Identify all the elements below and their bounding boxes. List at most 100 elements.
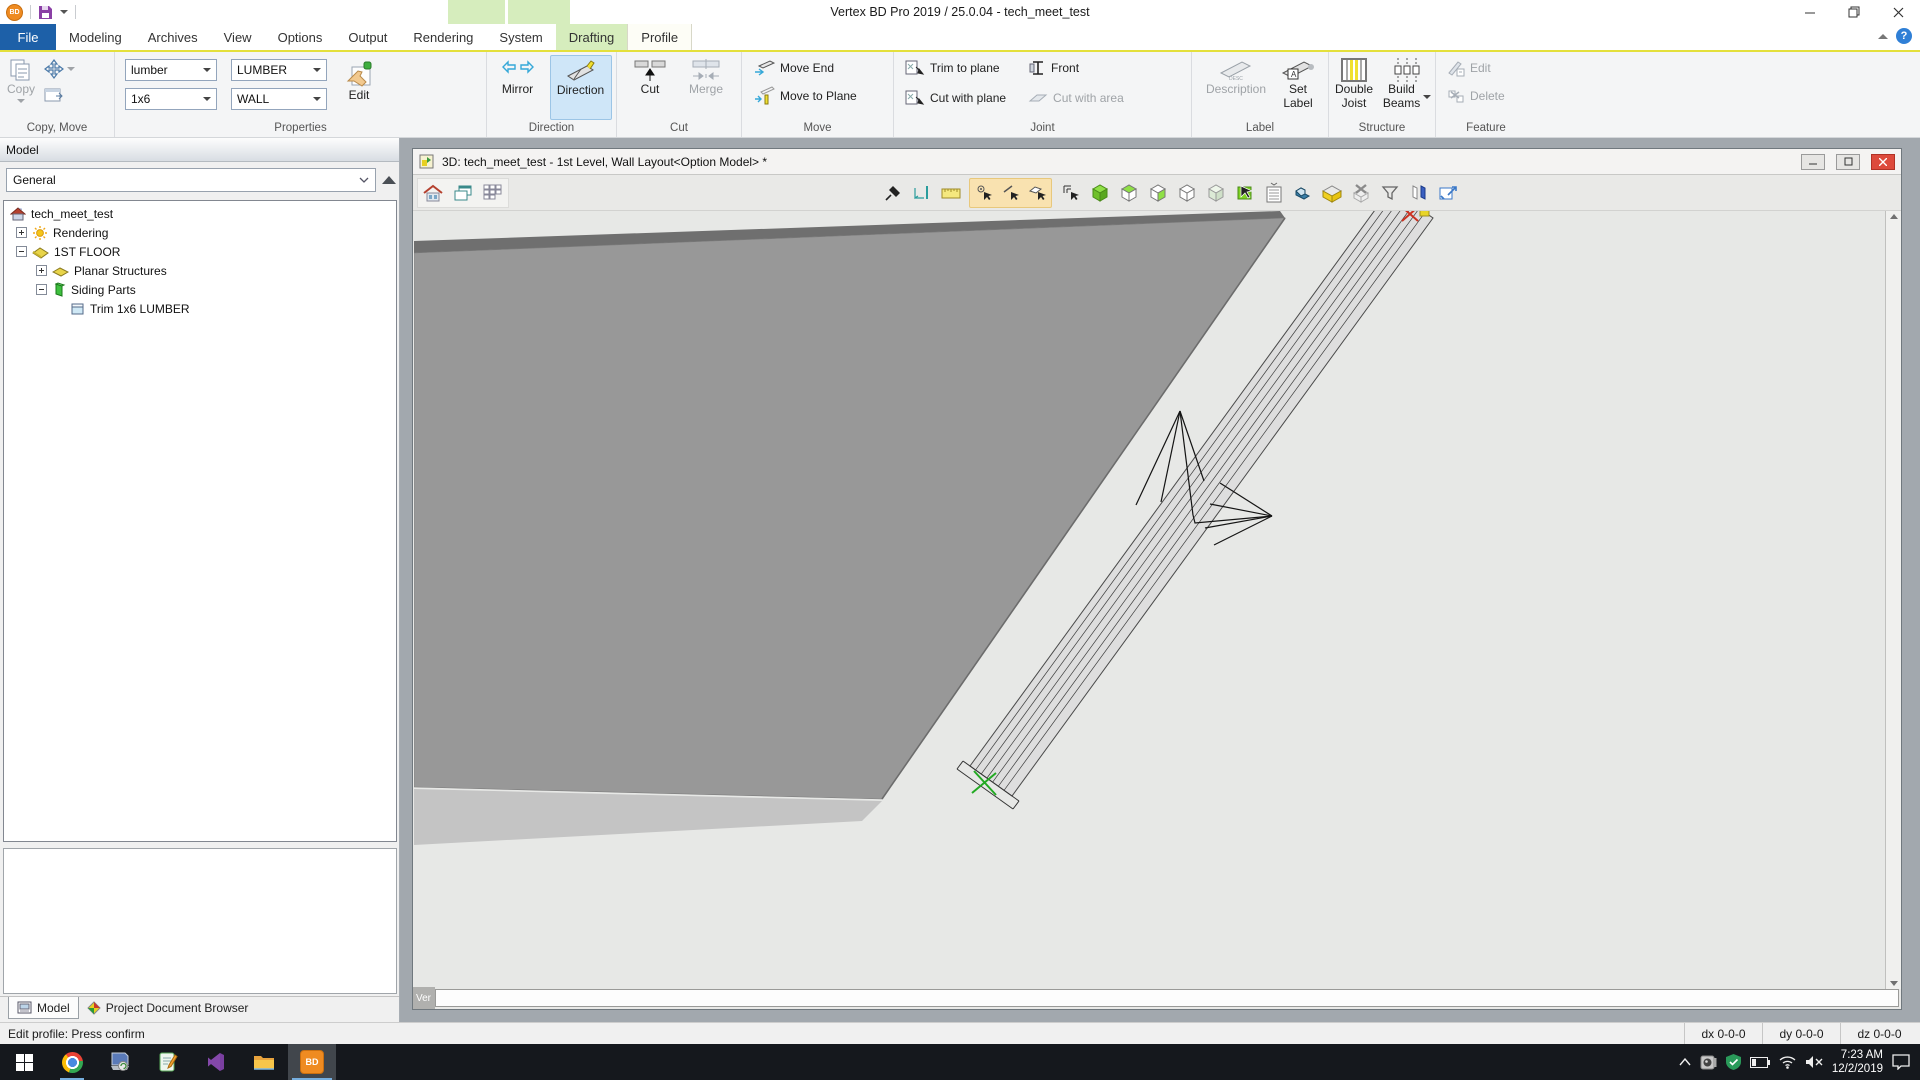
wifi-icon[interactable] bbox=[1779, 1055, 1796, 1069]
taskbar-visual-studio[interactable] bbox=[192, 1044, 240, 1080]
expand-plus-icon[interactable] bbox=[36, 265, 47, 276]
security-shield-icon[interactable] bbox=[1726, 1054, 1741, 1070]
viewport-minimize-button[interactable] bbox=[1801, 154, 1825, 170]
notes-list-button[interactable] bbox=[1260, 179, 1287, 207]
double-joist-button[interactable]: Double Joist bbox=[1332, 55, 1376, 120]
viewport-canvas[interactable] bbox=[414, 211, 1886, 989]
scroll-down-icon[interactable] bbox=[1890, 981, 1898, 986]
collapse-panel-button[interactable] bbox=[382, 176, 396, 184]
cut-with-area-button[interactable]: Cut with area bbox=[1025, 85, 1127, 111]
tab-profile[interactable]: Profile bbox=[627, 24, 692, 50]
tab-drafting[interactable]: Drafting bbox=[556, 24, 628, 50]
tab-rendering[interactable]: Rendering bbox=[400, 24, 486, 50]
description-button[interactable]: DESC Description bbox=[1201, 55, 1271, 120]
viewport-title-bar[interactable]: 3D: tech_meet_test - 1st Level, Wall Lay… bbox=[413, 149, 1901, 175]
move-to-plane-button[interactable]: Move to Plane bbox=[750, 83, 889, 109]
usage-select[interactable]: WALL bbox=[231, 88, 327, 110]
tab-view[interactable]: View bbox=[211, 24, 265, 50]
tab-system[interactable]: System bbox=[486, 24, 555, 50]
move-dropdown-caret-icon[interactable] bbox=[67, 67, 75, 71]
tab-archives[interactable]: Archives bbox=[135, 24, 211, 50]
tab-file[interactable]: File bbox=[0, 24, 56, 50]
tile-windows-button[interactable] bbox=[478, 179, 508, 207]
restore-button[interactable] bbox=[1832, 0, 1876, 24]
feature-edit-button[interactable]: Edit bbox=[1444, 55, 1532, 81]
snap-point-button[interactable] bbox=[970, 179, 997, 207]
extrude-profile-button[interactable] bbox=[1289, 179, 1316, 207]
edit-properties-button[interactable]: Edit bbox=[341, 59, 377, 105]
set-label-button[interactable]: A Set Label bbox=[1277, 55, 1319, 120]
save-dropdown-caret-icon[interactable] bbox=[60, 10, 68, 14]
mirror-button[interactable]: Mirror bbox=[492, 55, 544, 120]
tree-item-siding-parts[interactable]: Siding Parts bbox=[4, 280, 396, 299]
tree-item-planar-structures[interactable]: Planar Structures bbox=[4, 261, 396, 280]
viewport-close-button[interactable] bbox=[1871, 154, 1895, 170]
expand-view-button[interactable] bbox=[1434, 179, 1461, 207]
viewport-vertical-scrollbar[interactable] bbox=[1885, 211, 1901, 989]
tab-output[interactable]: Output bbox=[335, 24, 400, 50]
action-center-icon[interactable] bbox=[1892, 1054, 1910, 1070]
measure-button[interactable] bbox=[908, 179, 935, 207]
render-side-face-button[interactable] bbox=[1144, 179, 1171, 207]
move-end-button[interactable]: Move End bbox=[750, 55, 889, 81]
delete-solid-button[interactable] bbox=[1347, 179, 1374, 207]
tree-filter-select[interactable]: General bbox=[6, 168, 376, 192]
pin-button[interactable] bbox=[879, 179, 906, 207]
render-solid-button[interactable] bbox=[1086, 179, 1113, 207]
cascade-windows-button[interactable] bbox=[448, 179, 478, 207]
slab-top-face[interactable] bbox=[414, 218, 1285, 799]
cut-with-plane-button[interactable]: Cut with plane bbox=[902, 85, 1009, 111]
battery-icon[interactable] bbox=[1750, 1057, 1770, 1068]
collapse-minus-icon[interactable] bbox=[36, 284, 47, 295]
camera-tray-icon[interactable] bbox=[1700, 1055, 1717, 1070]
expand-plus-icon[interactable] bbox=[16, 227, 27, 238]
merge-button[interactable]: Merge bbox=[680, 55, 732, 120]
scroll-up-icon[interactable] bbox=[1890, 214, 1898, 219]
snap-plane-button[interactable] bbox=[1024, 179, 1051, 207]
render-top-face-button[interactable] bbox=[1115, 179, 1142, 207]
filter-button[interactable] bbox=[1376, 179, 1403, 207]
select-part-button[interactable] bbox=[1231, 179, 1258, 207]
tree-item-rendering[interactable]: Rendering bbox=[4, 223, 396, 242]
direction-button[interactable]: Direction bbox=[550, 55, 612, 120]
tab-project-document-browser[interactable]: Project Document Browser bbox=[79, 997, 257, 1019]
build-beams-button[interactable]: Build Beams bbox=[1382, 55, 1432, 120]
bounding-box-button[interactable] bbox=[1318, 179, 1345, 207]
viewport-horizontal-scrollbar[interactable] bbox=[435, 989, 1899, 1007]
front-button[interactable]: Front bbox=[1025, 55, 1127, 81]
app-logo-icon[interactable]: BD bbox=[6, 4, 23, 21]
minimize-button[interactable] bbox=[1788, 0, 1832, 24]
tab-options[interactable]: Options bbox=[265, 24, 336, 50]
move-button[interactable] bbox=[44, 59, 75, 79]
feature-delete-button[interactable]: Delete bbox=[1444, 83, 1532, 109]
taskbar-notepadpp[interactable] bbox=[144, 1044, 192, 1080]
save-icon[interactable] bbox=[38, 5, 53, 20]
material-select[interactable]: LUMBER bbox=[231, 59, 327, 81]
taskbar-clock[interactable]: 7:23 AM 12/2/2019 bbox=[1832, 1048, 1883, 1077]
tree-item-1st-floor[interactable]: 1ST FLOOR bbox=[4, 242, 396, 261]
viewport-restore-button[interactable] bbox=[1836, 154, 1860, 170]
taskbar-file-explorer[interactable] bbox=[240, 1044, 288, 1080]
render-wireframe-button[interactable] bbox=[1173, 179, 1200, 207]
copy-dropdown-caret-icon[interactable] bbox=[17, 99, 25, 103]
compare-parts-button[interactable] bbox=[1405, 179, 1432, 207]
snap-edge-button[interactable] bbox=[1057, 179, 1084, 207]
collapse-minus-icon[interactable] bbox=[16, 246, 27, 257]
paste-to-button[interactable] bbox=[44, 87, 75, 103]
copy-button[interactable]: Copy bbox=[4, 55, 38, 120]
start-button[interactable] bbox=[0, 1044, 48, 1080]
trim-to-plane-button[interactable]: Trim to plane bbox=[902, 55, 1009, 81]
taskbar-vertex-bd[interactable]: BD bbox=[288, 1044, 336, 1080]
snap-line-button[interactable] bbox=[997, 179, 1024, 207]
tree-item-trim[interactable]: Trim 1x6 LUMBER bbox=[4, 299, 396, 318]
ruler-button[interactable] bbox=[937, 179, 964, 207]
cut-button[interactable]: Cut bbox=[626, 55, 674, 120]
profile-size-select[interactable]: 1x6 bbox=[125, 88, 217, 110]
tray-chevron-icon[interactable] bbox=[1679, 1058, 1691, 1066]
close-button[interactable] bbox=[1876, 0, 1920, 24]
tab-modeling[interactable]: Modeling bbox=[56, 24, 135, 50]
tree-item-root[interactable]: tech_meet_test bbox=[4, 204, 396, 223]
profile-family-select[interactable]: lumber bbox=[125, 59, 217, 81]
home-view-button[interactable] bbox=[418, 179, 448, 207]
taskbar-remote-desktop[interactable] bbox=[96, 1044, 144, 1080]
